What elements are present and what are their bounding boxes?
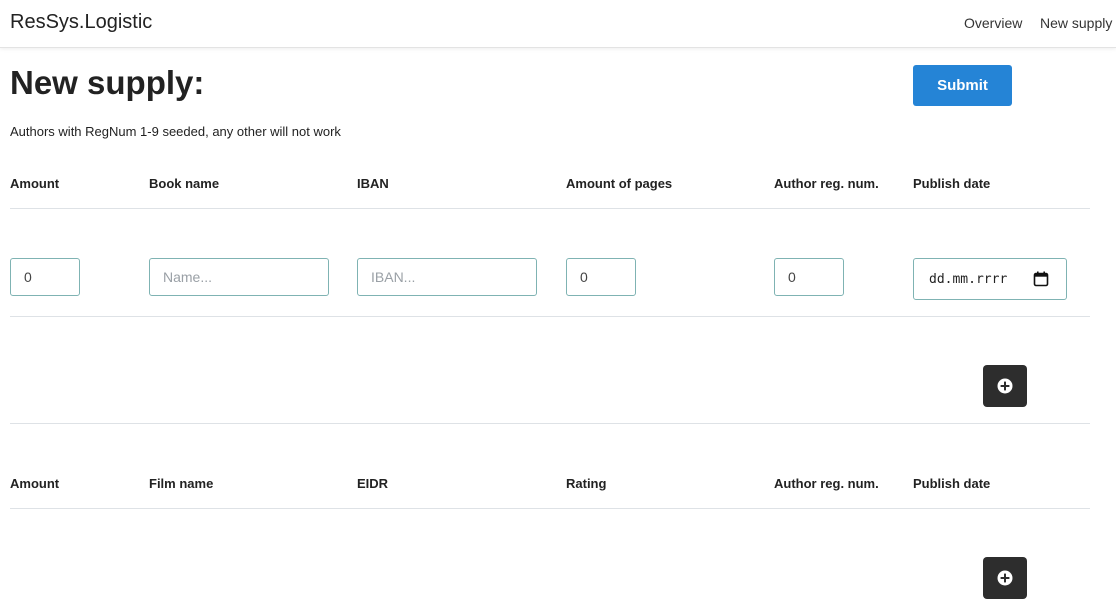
book-publish-date-input[interactable]: dd.mm.rrrr: [913, 258, 1067, 300]
books-header-publish-date: Publish date: [913, 176, 991, 191]
plus-circle-icon: [997, 378, 1013, 394]
films-header-rating: Rating: [566, 476, 607, 491]
books-header-divider: [10, 208, 1090, 209]
date-placeholder: dd.mm.rrrr: [929, 272, 1008, 287]
book-iban-input[interactable]: [357, 258, 537, 296]
books-row-divider: [10, 316, 1090, 317]
book-author-reg-input[interactable]: [774, 258, 844, 296]
submit-button[interactable]: Submit: [913, 65, 1012, 106]
page-title: New supply:: [10, 64, 205, 101]
book-pages-input[interactable]: [566, 258, 636, 296]
films-header-author-reg: Author reg. num.: [774, 476, 879, 491]
book-amount-input[interactable]: [10, 258, 80, 296]
books-header-amount: Amount: [10, 176, 60, 191]
plus-circle-icon: [997, 570, 1013, 586]
add-book-button[interactable]: [983, 365, 1027, 407]
films-header-divider: [10, 508, 1090, 509]
add-film-button[interactable]: [983, 557, 1027, 599]
nav-link-new-supply[interactable]: New supply: [1040, 15, 1112, 31]
films-header-film-name: Film name: [149, 476, 214, 491]
brand-link[interactable]: ResSys.Logistic: [10, 11, 152, 34]
books-header-book-name: Book name: [149, 176, 220, 191]
films-header-eidr: EIDR: [357, 476, 389, 491]
calendar-icon[interactable]: [1033, 271, 1049, 287]
books-header-iban: IBAN: [357, 176, 389, 191]
book-name-input[interactable]: [149, 258, 329, 296]
books-header-pages: Amount of pages: [566, 176, 673, 191]
books-header-author-reg: Author reg. num.: [774, 176, 879, 191]
nav-link-overview[interactable]: Overview: [964, 15, 1022, 31]
seed-note: Authors with RegNum 1-9 seeded, any othe…: [10, 124, 341, 139]
navbar: ResSys.Logistic Overview New supply: [0, 0, 1116, 48]
films-header-amount: Amount: [10, 476, 60, 491]
section-divider: [10, 423, 1090, 424]
films-header-publish-date: Publish date: [913, 476, 991, 491]
